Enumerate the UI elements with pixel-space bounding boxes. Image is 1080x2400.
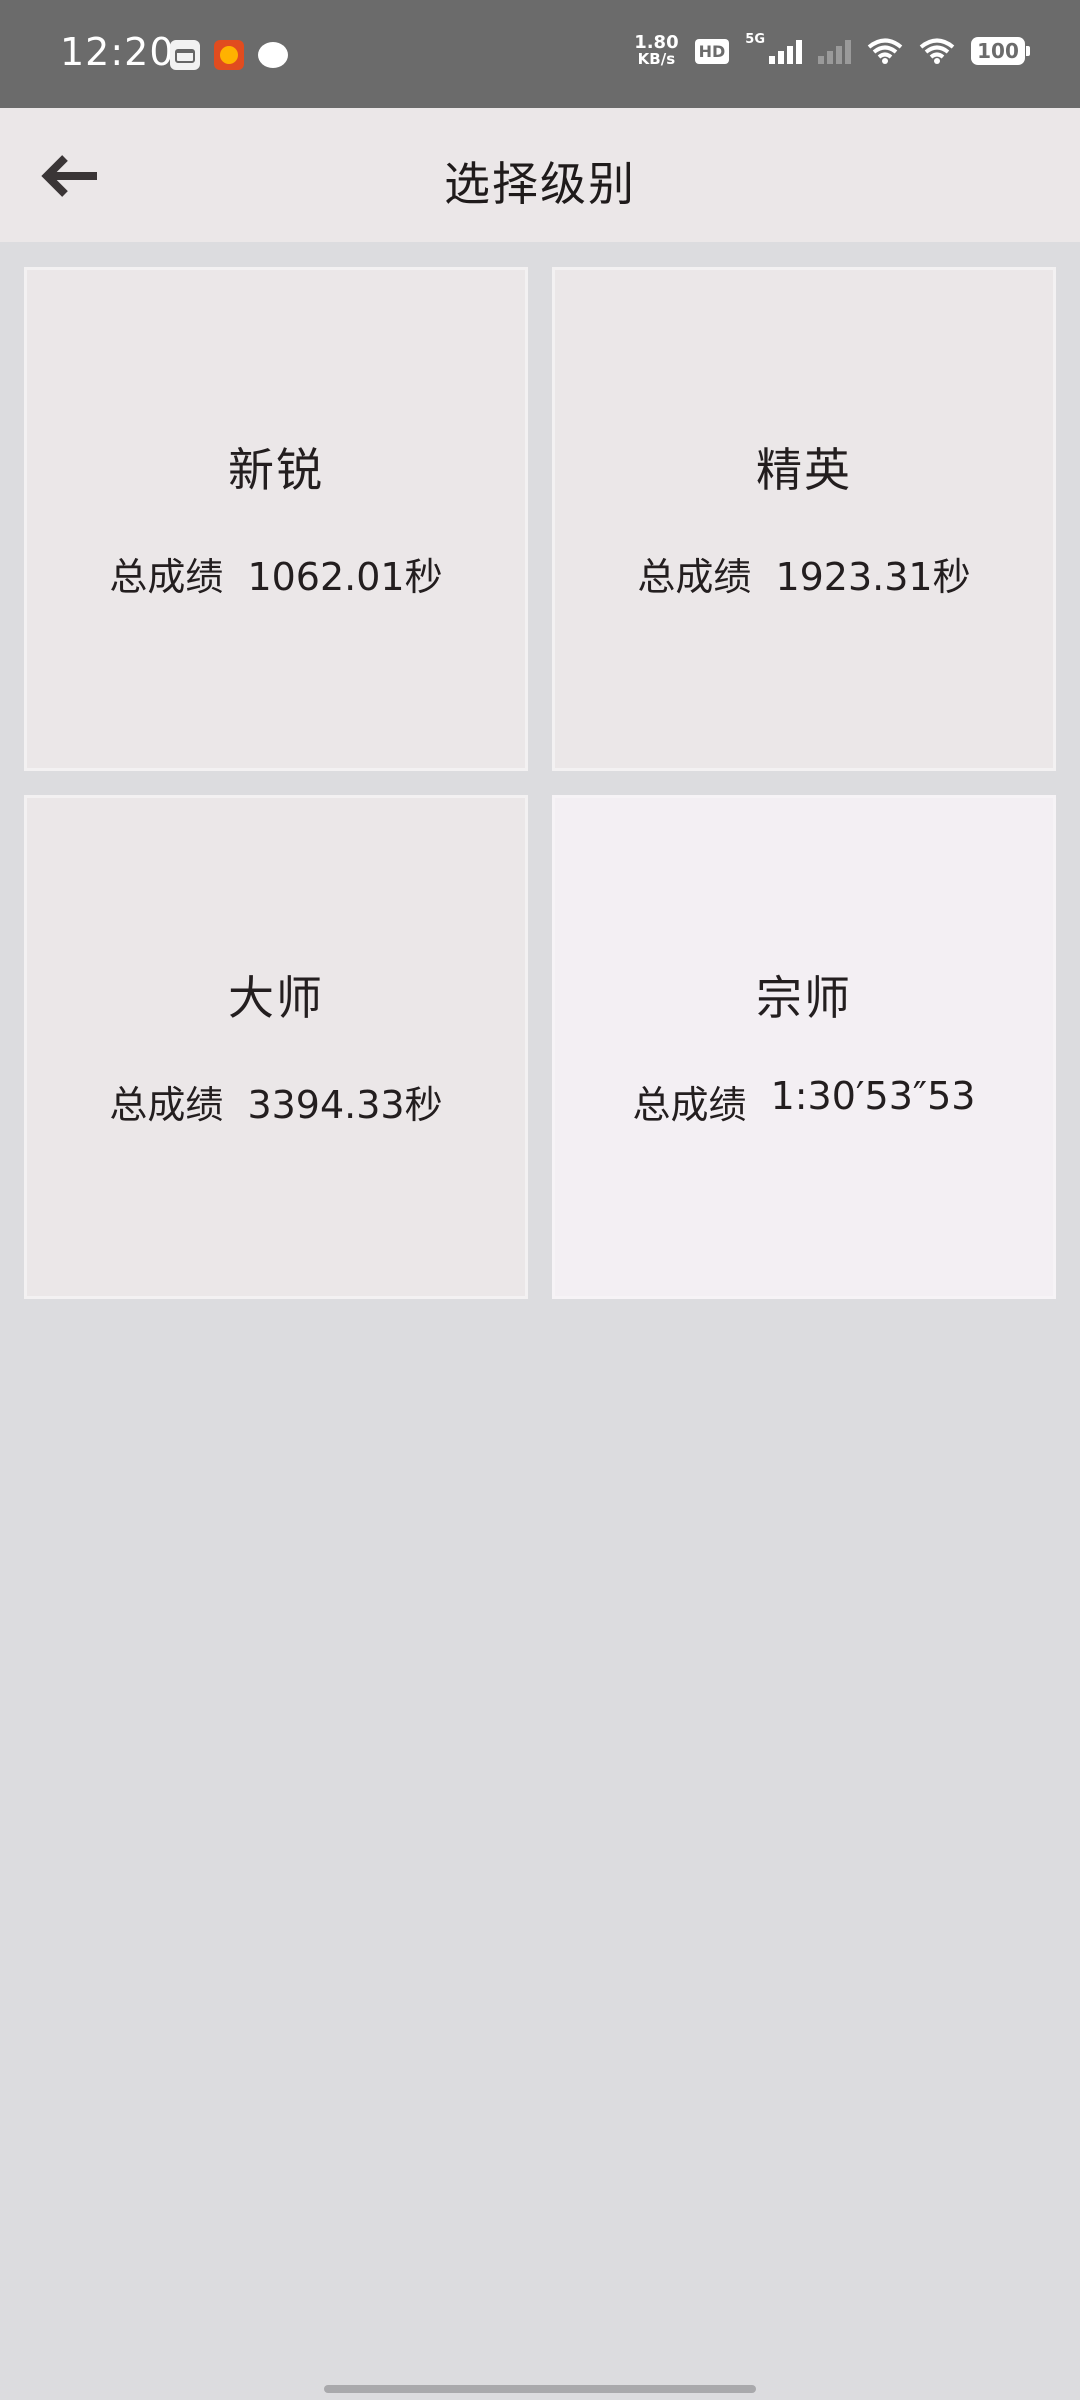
level-name: 大师 xyxy=(228,970,324,1025)
level-score: 总成绩 3394.33秒 xyxy=(109,1074,442,1129)
level-name: 新锐 xyxy=(228,442,324,497)
notification-icons xyxy=(170,40,288,70)
signal-strength-icon xyxy=(769,38,802,64)
level-name: 宗师 xyxy=(756,970,852,1025)
network-speed-value: 1.80 xyxy=(634,32,679,53)
level-card-elite[interactable]: 精英 总成绩 1923.31秒 xyxy=(552,267,1056,771)
score-label: 总成绩 xyxy=(632,1082,747,1127)
hd-icon: HD xyxy=(694,38,730,64)
level-score: 总成绩 1:30′53″53 xyxy=(633,1074,976,1129)
level-score: 总成绩 1062.01秒 xyxy=(109,546,442,601)
app-bar: 选择级别 xyxy=(0,108,1080,242)
level-card-novice[interactable]: 新锐 总成绩 1062.01秒 xyxy=(24,267,528,771)
level-grid: 新锐 总成绩 1062.01秒 精英 总成绩 1923.31秒 大师 总成绩 3… xyxy=(24,267,1056,1299)
app-notification-icon xyxy=(214,40,244,70)
status-bar: 12:20 1.80 KB/s HD 5G 100 xyxy=(0,0,1080,108)
score-value: 1923.31秒 xyxy=(775,554,971,599)
battery-icon: 100 xyxy=(971,37,1030,65)
calendar-icon xyxy=(170,40,200,70)
level-name: 精英 xyxy=(756,442,852,497)
signal-strength-secondary-icon xyxy=(818,38,851,64)
network-speed: 1.80 KB/s xyxy=(634,34,678,68)
page-title: 选择级别 xyxy=(444,157,636,211)
chat-icon xyxy=(258,42,288,68)
gesture-navigation-bar[interactable] xyxy=(324,2385,756,2393)
score-value: 3394.33秒 xyxy=(247,1082,443,1127)
level-card-master[interactable]: 大师 总成绩 3394.33秒 xyxy=(24,795,528,1299)
system-indicators: 1.80 KB/s HD 5G 100 xyxy=(634,31,1030,68)
level-score: 总成绩 1923.31秒 xyxy=(637,546,970,601)
score-value: 1:30′53″53 xyxy=(770,1073,976,1118)
score-label: 总成绩 xyxy=(637,554,752,599)
score-label: 总成绩 xyxy=(109,1082,224,1127)
network-speed-unit: KB/s xyxy=(637,50,676,68)
level-card-grandmaster[interactable]: 宗师 总成绩 1:30′53″53 xyxy=(552,795,1056,1299)
score-value: 1062.01秒 xyxy=(247,554,443,599)
network-type-label: 5G xyxy=(745,31,765,47)
status-time: 12:20 xyxy=(60,30,175,74)
wifi-icon xyxy=(919,38,955,64)
score-label: 总成绩 xyxy=(109,554,224,599)
wifi-calling-icon xyxy=(867,38,903,64)
